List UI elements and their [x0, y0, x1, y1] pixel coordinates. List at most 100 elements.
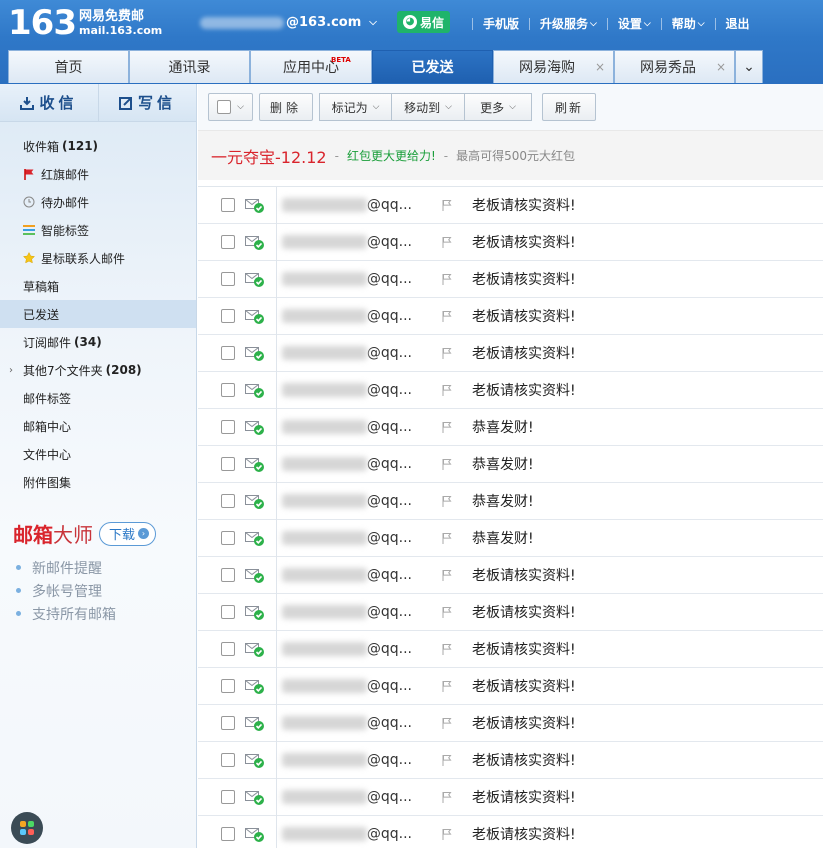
select-all-dropdown[interactable]: ⌵	[208, 93, 253, 121]
mail-row[interactable]: @qq... 恭喜发财!	[198, 446, 823, 483]
mail-row[interactable]: @qq... 老板请核实资料!	[198, 335, 823, 372]
mail-subject[interactable]: 老板请核实资料!	[472, 195, 576, 215]
mail-subject[interactable]: 恭喜发财!	[472, 491, 534, 511]
folder-sent[interactable]: 已发送	[0, 300, 196, 328]
flag-icon[interactable]	[441, 680, 453, 693]
mail-subject[interactable]: 老板请核实资料!	[472, 269, 576, 289]
select-all-checkbox[interactable]	[217, 100, 232, 114]
mail-row[interactable]: @qq... 老板请核实资料!	[198, 668, 823, 705]
row-checkbox[interactable]	[221, 457, 235, 471]
flag-icon[interactable]	[441, 828, 453, 841]
ad-text[interactable]: 红包更大更给力!	[347, 147, 436, 164]
mail-subject[interactable]: 恭喜发财!	[472, 528, 534, 548]
tab-contacts[interactable]: 通讯录	[129, 50, 250, 83]
receive-button[interactable]: 收信	[0, 84, 98, 121]
row-checkbox[interactable]	[221, 642, 235, 656]
mail-subject[interactable]: 老板请核实资料!	[472, 380, 576, 400]
folder-inbox[interactable]: 收件箱 (121)	[0, 132, 196, 160]
row-checkbox[interactable]	[221, 198, 235, 212]
mail-row[interactable]: @qq... 老板请核实资料!	[198, 261, 823, 298]
mail-subject[interactable]: 老板请核实资料!	[472, 787, 576, 807]
mail-row[interactable]: @qq... 老板请核实资料!	[198, 224, 823, 261]
folder-subscriptions[interactable]: 订阅邮件 (34)	[0, 328, 196, 356]
flag-icon[interactable]	[441, 347, 453, 360]
mail-subject[interactable]: 老板请核实资料!	[472, 232, 576, 252]
mail-row[interactable]: @qq... 老板请核实资料!	[198, 557, 823, 594]
tabs-more-button[interactable]: ⌄	[735, 50, 763, 83]
mail-row[interactable]: @qq... 恭喜发财!	[198, 520, 823, 557]
close-icon[interactable]: ×	[716, 60, 726, 74]
mail-row[interactable]: @qq... 老板请核实资料!	[198, 705, 823, 742]
ad-banner[interactable]: 一元夺宝-12.12 - 红包更大更给力! - 最高可得500元大红包	[198, 130, 823, 180]
flag-icon[interactable]	[441, 532, 453, 545]
flag-icon[interactable]	[441, 236, 453, 249]
mail-subject[interactable]: 老板请核实资料!	[472, 602, 576, 622]
row-checkbox[interactable]	[221, 235, 235, 249]
flag-icon[interactable]	[441, 199, 453, 212]
ad-title[interactable]: 一元夺宝-12.12	[211, 144, 327, 168]
nav-mobile[interactable]: 手机版	[483, 15, 519, 32]
row-checkbox[interactable]	[221, 679, 235, 693]
chevron-right-icon[interactable]: ›	[9, 365, 13, 376]
nav-upgrade[interactable]: 升级服务	[540, 15, 588, 32]
download-button[interactable]: 下载 ›	[99, 521, 157, 546]
mail-row[interactable]: @qq... 老板请核实资料!	[198, 594, 823, 631]
flag-icon[interactable]	[441, 384, 453, 397]
folder-todo[interactable]: 待办邮件	[0, 188, 196, 216]
flag-icon[interactable]	[441, 643, 453, 656]
account-menu[interactable]: @163.com ⌵	[200, 15, 377, 30]
delete-button[interactable]: 删除	[259, 93, 313, 121]
app-launcher-button[interactable]	[11, 812, 43, 844]
mail-row[interactable]: @qq... 老板请核实资料!	[198, 298, 823, 335]
row-checkbox[interactable]	[221, 272, 235, 286]
flag-icon[interactable]	[441, 273, 453, 286]
folder-file-center[interactable]: 文件中心	[0, 440, 196, 468]
row-checkbox[interactable]	[221, 568, 235, 582]
row-checkbox[interactable]	[221, 531, 235, 545]
mail-subject[interactable]: 老板请核实资料!	[472, 713, 576, 733]
flag-icon[interactable]	[441, 310, 453, 323]
row-checkbox[interactable]	[221, 753, 235, 767]
mail-row[interactable]: @qq... 老板请核实资料!	[198, 779, 823, 816]
nav-logout[interactable]: 退出	[726, 15, 750, 32]
mail-row[interactable]: @qq... 老板请核实资料!	[198, 742, 823, 779]
mail-row[interactable]: @qq... 老板请核实资料!	[198, 187, 823, 224]
row-checkbox[interactable]	[221, 605, 235, 619]
mail-row[interactable]: @qq... 恭喜发财!	[198, 409, 823, 446]
compose-button[interactable]: 写信	[98, 84, 196, 121]
folder-smart-tags[interactable]: 智能标签	[0, 216, 196, 244]
row-checkbox[interactable]	[221, 420, 235, 434]
tab-app-center[interactable]: 应用中心 BETA	[250, 50, 372, 83]
tab-sent[interactable]: 已发送	[372, 50, 493, 83]
nav-settings[interactable]: 设置	[618, 15, 642, 32]
mark-as-dropdown[interactable]: 标记为 ⌵	[319, 93, 392, 121]
folder-star-contacts[interactable]: 星标联系人邮件	[0, 244, 196, 272]
flag-icon[interactable]	[441, 717, 453, 730]
tab-haigou[interactable]: 网易海购 ×	[493, 50, 614, 83]
folder-other[interactable]: › 其他7个文件夹 (208)	[0, 356, 196, 384]
folder-mail-tags[interactable]: 邮件标签	[0, 384, 196, 412]
row-checkbox[interactable]	[221, 716, 235, 730]
flag-icon[interactable]	[441, 495, 453, 508]
row-checkbox[interactable]	[221, 827, 235, 841]
tab-xiupin[interactable]: 网易秀品 ×	[614, 50, 735, 83]
row-checkbox[interactable]	[221, 346, 235, 360]
mail-subject[interactable]: 恭喜发财!	[472, 454, 534, 474]
flag-icon[interactable]	[441, 754, 453, 767]
mail-subject[interactable]: 老板请核实资料!	[472, 306, 576, 326]
mail-row[interactable]: @qq... 老板请核实资料!	[198, 816, 823, 848]
mail-subject[interactable]: 老板请核实资料!	[472, 676, 576, 696]
mail-subject[interactable]: 恭喜发财!	[472, 417, 534, 437]
flag-icon[interactable]	[441, 606, 453, 619]
yixin-button[interactable]: ◕ 易信	[397, 11, 450, 33]
close-icon[interactable]: ×	[595, 60, 605, 74]
tab-home[interactable]: 首页	[8, 50, 129, 83]
more-dropdown[interactable]: 更多 ⌵	[465, 93, 532, 121]
row-checkbox[interactable]	[221, 309, 235, 323]
logo[interactable]: 163 网易免费邮 mail.163.com	[8, 6, 162, 40]
folder-mail-center[interactable]: 邮箱中心	[0, 412, 196, 440]
row-checkbox[interactable]	[221, 494, 235, 508]
mail-subject[interactable]: 老板请核实资料!	[472, 639, 576, 659]
mail-row[interactable]: @qq... 老板请核实资料!	[198, 631, 823, 668]
mail-subject[interactable]: 老板请核实资料!	[472, 824, 576, 844]
